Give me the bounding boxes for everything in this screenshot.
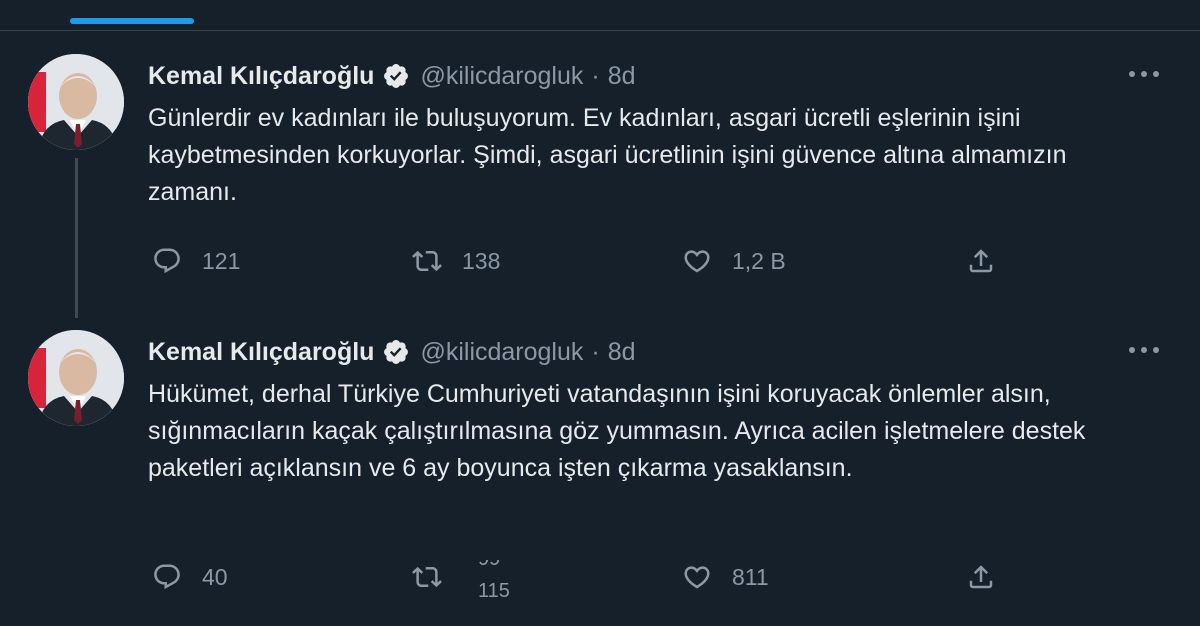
like-button[interactable]: 811 [682, 562, 769, 592]
avatar[interactable] [28, 54, 124, 150]
reply-count: 40 [202, 563, 228, 590]
author-handle[interactable]: @kilicdarogluk [420, 338, 583, 367]
tweet-text: Hükümet, derhal Türkiye Cumhuriyeti vata… [148, 380, 1086, 482]
more-button[interactable] [1124, 338, 1164, 362]
top-divider [0, 30, 1200, 31]
retweet-button[interactable] [412, 562, 442, 592]
verified-badge-icon [382, 338, 410, 366]
tweet-actions: 40 811 [0, 562, 1200, 596]
avatar[interactable] [28, 330, 124, 426]
author-handle[interactable]: @kilicdarogluk [420, 62, 583, 91]
author-name[interactable]: Kemal Kılıçdaroğlu [148, 62, 374, 91]
share-button[interactable] [966, 562, 996, 592]
share-icon [969, 249, 993, 273]
retweet-count-animating: 99 115 [478, 560, 518, 600]
more-button[interactable] [1124, 62, 1164, 86]
retweet-icon [412, 566, 442, 588]
like-icon [684, 566, 710, 589]
retweet-count: 115 [478, 580, 510, 600]
like-icon [684, 250, 710, 273]
retweet-button[interactable]: 138 [412, 246, 500, 276]
like-count: 811 [732, 563, 769, 590]
tweet-timestamp[interactable]: 8d [608, 338, 636, 367]
more-icon [1129, 71, 1159, 77]
thread-connector-line [75, 158, 78, 318]
reply-button[interactable]: 121 [152, 246, 240, 276]
tweet-header: Kemal Kılıçdaroğlu @kilicdarogluk · 8d [148, 336, 636, 368]
tweet-text: Günlerdir ev kadınları ile buluşuyorum. … [148, 104, 1067, 206]
header-separator: · [591, 61, 600, 90]
like-button[interactable]: 1,2 B [682, 246, 786, 276]
share-icon [969, 565, 993, 589]
tweet-timestamp[interactable]: 8d [608, 62, 636, 91]
author-name[interactable]: Kemal Kılıçdaroğlu [148, 338, 374, 367]
active-tab-indicator [70, 18, 194, 24]
retweet-count: 138 [462, 247, 501, 274]
reply-button[interactable]: 40 [152, 562, 228, 592]
retweet-icon [412, 250, 442, 272]
like-count: 1,2 B [732, 247, 786, 274]
verified-badge-icon [382, 62, 410, 90]
reply-count: 121 [202, 247, 241, 274]
tweet-actions: 121 138 1,2 B [0, 246, 1200, 280]
share-button[interactable] [966, 246, 996, 276]
header-separator: · [591, 337, 600, 366]
more-icon [1129, 347, 1159, 353]
tweet-header: Kemal Kılıçdaroğlu @kilicdarogluk · 8d [148, 60, 636, 92]
reply-icon [154, 248, 180, 274]
reply-icon [154, 564, 180, 590]
retweet-count-previous: 99 [478, 560, 500, 571]
